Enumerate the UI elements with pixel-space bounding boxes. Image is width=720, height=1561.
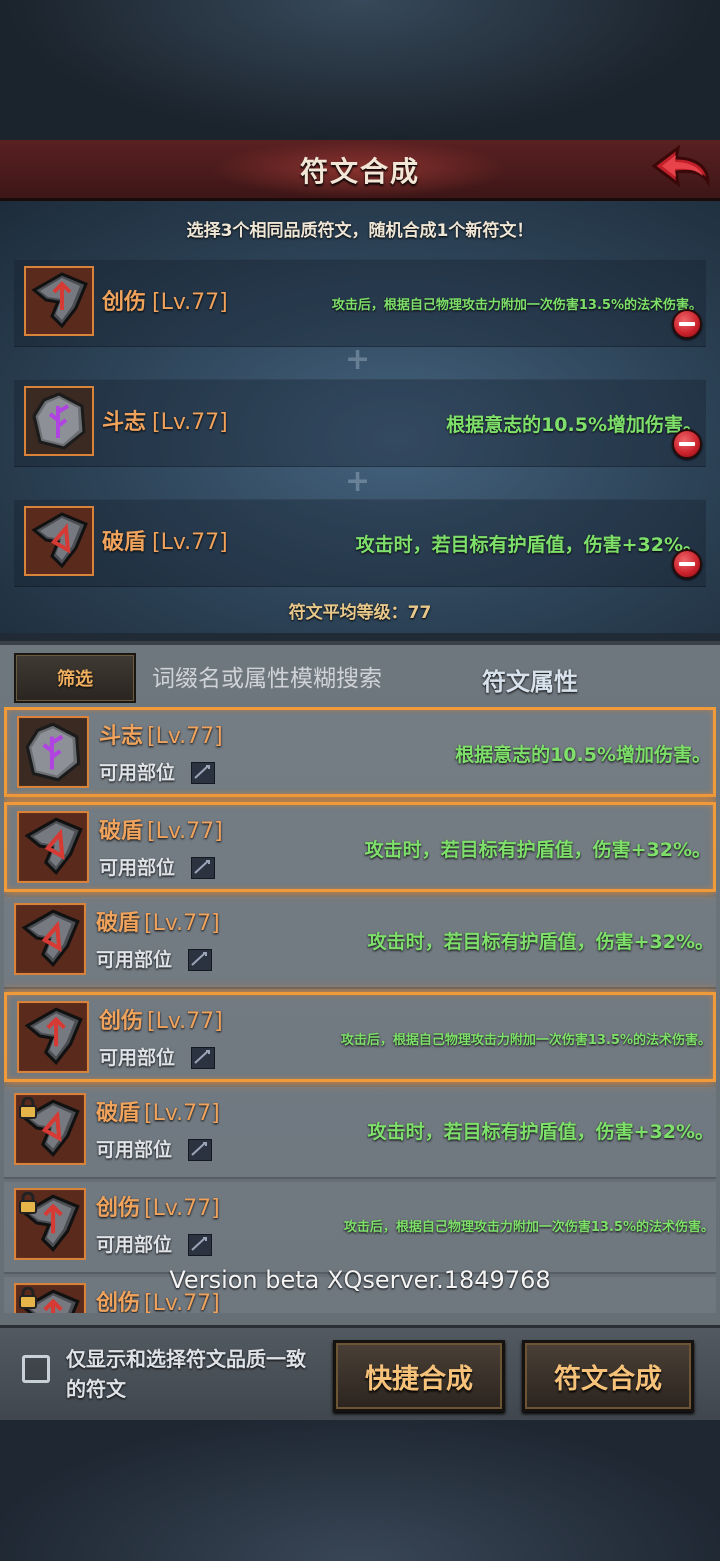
available-slot-label: 可用部位: [96, 1234, 173, 1256]
plus-icon: +: [345, 464, 371, 499]
rune-will-icon: [24, 386, 94, 456]
rune-name: 破盾: [96, 911, 141, 936]
rune-level: [Lv.77]: [152, 290, 228, 315]
quality-filter-checkbox[interactable]: [22, 1355, 50, 1383]
rune-level: [Lv.77]: [144, 1291, 220, 1313]
list-rune-name: 创伤 [Lv.77]: [96, 1190, 220, 1222]
rune-name: 创伤: [102, 290, 147, 315]
quality-filter-label: 仅显示和选择符文品质一致的符文: [66, 1347, 306, 1401]
rune-description: 攻击时，若目标有护盾值，伤害+32%。: [355, 533, 702, 556]
rune-level: [Lv.77]: [144, 1101, 220, 1126]
list-rune-name: 破盾 [Lv.77]: [96, 1095, 220, 1127]
rune-will-icon: [17, 716, 89, 788]
rune-level: [Lv.77]: [147, 819, 223, 844]
rune-name: 斗志: [102, 410, 147, 435]
average-level: 符文平均等级：77: [288, 603, 432, 623]
title-bar: 符文合成: [0, 140, 720, 201]
rune-attribute-tab[interactable]: 符文属性: [482, 662, 578, 697]
remove-slot-icon[interactable]: [672, 429, 702, 459]
page-title: 符文合成: [299, 155, 420, 188]
equipment-slot-icon: [188, 949, 212, 971]
rune-name: 创伤: [96, 1291, 141, 1313]
synthesis-slot[interactable]: 斗志 [Lv.77] 根据意志的10.5%增加伤害。: [14, 379, 706, 467]
rune-description: 攻击时，若目标有护盾值，伤害+32%。: [367, 930, 714, 953]
rune-list[interactable]: 斗志 [Lv.77] 可用部位 根据意志的10.5%增加伤害。 破盾 [Lv.77] 可用部…: [4, 707, 716, 1313]
lock-icon: [18, 1191, 38, 1214]
slot-rune-name: 创伤 [Lv.77]: [102, 284, 228, 316]
equipment-slot-icon: [188, 1139, 212, 1161]
remove-slot-icon[interactable]: [672, 309, 702, 339]
quick-compose-button[interactable]: 快捷合成: [333, 1340, 505, 1412]
list-rune-name: 创伤 [Lv.77]: [99, 1003, 223, 1035]
equipment-slot-icon: [188, 1234, 212, 1256]
rune-list-item[interactable]: 创伤[Lv.77] 可用部位 攻击后，根据自己物理攻击力附加一次伤害13.5%的法术…: [4, 1182, 716, 1274]
rune-name: 破盾: [96, 1101, 141, 1126]
rune-name: 斗志: [99, 724, 144, 749]
lock-icon: [18, 1096, 38, 1119]
rune-description: 根据意志的10.5%增加伤害。: [455, 743, 711, 766]
rune-description: 攻击后，根据自己物理攻击力附加一次伤害13.5%的法术伤害。: [340, 1032, 711, 1048]
available-slot-label: 可用部位: [99, 857, 176, 879]
rune-level: [Lv.77]: [152, 410, 228, 435]
rune-description: 攻击时，若目标有护盾值，伤害+32%。: [367, 1120, 714, 1143]
rune-shieldbreak-icon: [14, 903, 86, 975]
rune-description: 攻击后，根据自己物理攻击力附加一次伤害13.5%的法术伤害。: [331, 297, 702, 313]
available-slot-label: 可用部位: [99, 762, 176, 784]
equipment-slot-icon: [191, 857, 215, 879]
rune-list-item[interactable]: 斗志 [Lv.77] 可用部位 根据意志的10.5%增加伤害。: [4, 707, 716, 797]
available-slot-label: 可用部位: [96, 1139, 173, 1161]
rune-level: [Lv.77]: [147, 724, 223, 749]
slot-rune-name: 斗志 [Lv.77]: [102, 404, 228, 436]
slot-rune-name: 破盾 [Lv.77]: [102, 524, 228, 556]
search-input[interactable]: [150, 656, 454, 702]
rune-shieldbreak-icon: [17, 811, 89, 883]
list-rune-name: 破盾 [Lv.77]: [99, 813, 223, 845]
synthesis-hint: 选择3个相同品质符文，随机合成1个新符文！: [186, 221, 534, 241]
rune-level: [Lv.77]: [152, 530, 228, 555]
synthesis-slot[interactable]: 破盾 [Lv.77] 攻击时，若目标有护盾值，伤害+32%。: [14, 499, 706, 587]
rune-description: 攻击时，若目标有护盾值，伤害+32%。: [364, 838, 711, 861]
available-slot-label: 可用部位: [99, 1047, 176, 1069]
rune-list-item[interactable]: 破盾 [Lv.77] 可用部位 攻击时，若目标有护盾值，伤害+32%。: [4, 897, 716, 989]
rune-shieldbreak-icon: [24, 506, 94, 576]
rune-list-item[interactable]: 破盾 [Lv.77] 可用部位 攻击时，若目标有护盾值，伤害+32%。: [4, 802, 716, 892]
rune-description: 攻击后，根据自己物理攻击力附加一次伤害13.5%的法术伤害。: [343, 1219, 714, 1235]
bottom-background: [0, 1420, 720, 1561]
remove-slot-icon[interactable]: [672, 549, 702, 579]
filter-button[interactable]: 筛选: [14, 653, 136, 703]
equipment-slot-icon: [191, 1047, 215, 1069]
list-rune-name: 破盾 [Lv.77]: [96, 905, 220, 937]
rune-wound-icon: [17, 1001, 89, 1073]
rune-list-item[interactable]: 创伤[Lv.77] 可用部位 攻击后，根据自己物理攻击力附加一次伤害13.5%的法术…: [4, 992, 716, 1082]
rune-level: [Lv.77]: [147, 1009, 223, 1034]
rune-name: 破盾: [99, 819, 144, 844]
rune-name: 破盾: [102, 530, 147, 555]
rune-level: [Lv.77]: [144, 1196, 220, 1221]
available-slot-label: 可用部位: [96, 949, 173, 971]
equipment-slot-icon: [191, 762, 215, 784]
list-rune-name: 斗志 [Lv.77]: [99, 718, 223, 750]
rune-list-item[interactable]: 破盾 [Lv.77] 可用部位 攻击时，若目标有护盾值，伤害+32%。: [4, 1087, 716, 1179]
version-label: Version beta XQserver.1849768: [169, 1266, 551, 1294]
rune-level: [Lv.77]: [144, 911, 220, 936]
rune-compose-button[interactable]: 符文合成: [522, 1340, 694, 1412]
rune-wound-icon: [24, 266, 94, 336]
rune-name: 创伤: [96, 1196, 141, 1221]
plus-icon: +: [345, 342, 371, 377]
rune-name: 创伤: [99, 1009, 144, 1034]
rune-description: 根据意志的10.5%增加伤害。: [446, 413, 702, 436]
top-background: [0, 0, 720, 140]
synthesis-slot[interactable]: 创伤 [Lv.77] 攻击后，根据自己物理攻击力附加一次伤害13.5%的法术伤害。: [14, 259, 706, 347]
back-arrow-icon[interactable]: [650, 144, 712, 194]
